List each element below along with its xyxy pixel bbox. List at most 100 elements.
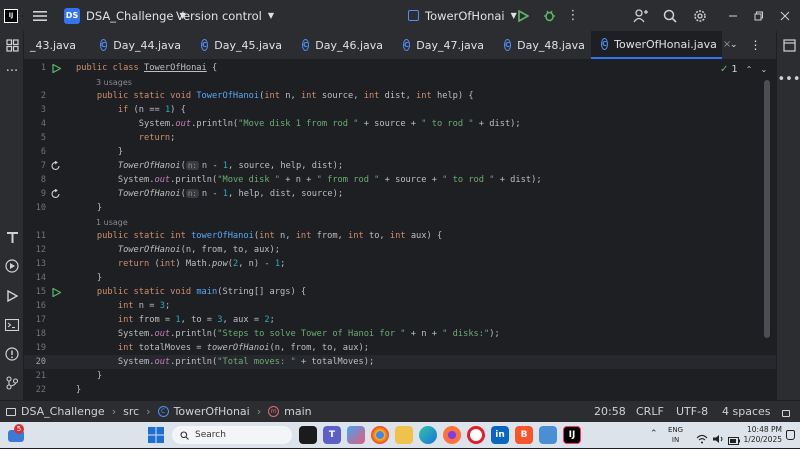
tab-day-48[interactable]: C Day_48.java [494, 31, 591, 59]
code-line: 22 } [35, 385, 82, 395]
tab-day-47[interactable]: C Day_47.java [393, 31, 494, 59]
search-icon [180, 430, 189, 440]
edge-icon[interactable] [419, 426, 437, 444]
opera-icon[interactable] [467, 426, 485, 444]
add-user-icon[interactable] [632, 8, 648, 24]
restore-icon[interactable] [752, 9, 766, 23]
tab-actions-menu[interactable]: ⋮ [746, 31, 766, 59]
chevron-up-icon[interactable]: ⌃ [650, 429, 658, 439]
code-line: 3 if (n == 1) { [40, 105, 186, 115]
file-encoding[interactable]: UTF-8 [676, 405, 708, 418]
services-icon[interactable] [4, 258, 20, 274]
project-view-icon[interactable] [4, 37, 20, 53]
task-view-icon[interactable] [299, 426, 317, 444]
start-icon[interactable] [148, 427, 164, 443]
file-explorer-icon[interactable] [395, 426, 413, 444]
tab-day-44[interactable]: C Day_44.java [90, 31, 191, 59]
clock[interactable]: 10:48 PM 1/20/2025 [742, 425, 782, 445]
lock-icon[interactable] [782, 410, 790, 417]
code-line: 21 } [35, 371, 103, 381]
editor-tabs: _43.java C Day_44.java C Day_45.java C D… [24, 31, 776, 60]
close-icon[interactable] [778, 9, 792, 23]
tab-day-43[interactable]: _43.java [24, 31, 90, 59]
clock-time: 10:48 PM [747, 425, 782, 434]
intellij-taskbar-icon[interactable]: IJ [563, 426, 581, 444]
status-bar: DSA_Challenge › src › C TowerOfHonai › m… [0, 400, 800, 422]
main-menu-icon[interactable] [32, 8, 48, 24]
settings-icon[interactable] [692, 8, 708, 24]
search-placeholder: Search [195, 430, 226, 440]
breadcrumb-project[interactable]: DSA_Challenge [21, 405, 105, 418]
module-icon [6, 407, 16, 416]
code-line: 5 return; [40, 133, 176, 143]
notification-center-icon[interactable] [786, 430, 795, 440]
problems-icon[interactable] [4, 346, 20, 362]
breadcrumb-src[interactable]: src [123, 405, 139, 418]
structure-icon[interactable]: ··· [4, 63, 20, 79]
tab-label: Day_44.java [113, 38, 181, 52]
more-actions-icon: ⋮ [749, 38, 762, 52]
firefox-icon[interactable] [443, 426, 461, 444]
tab-list-dropdown[interactable]: ⌄ [722, 31, 746, 59]
tab-day-46[interactable]: C Day_46.java [292, 31, 393, 59]
right-tool-strip: ••• [776, 31, 800, 400]
usage-hint[interactable]: 1 usage [24, 215, 776, 229]
more-actions-icon[interactable]: ⋮ [567, 8, 580, 23]
search-icon[interactable] [662, 8, 678, 24]
language-indicator[interactable]: ENG IN [668, 425, 683, 445]
terminal-icon[interactable] [4, 317, 20, 333]
teams-icon[interactable]: T [323, 426, 341, 444]
run-gutter-icon[interactable] [50, 61, 62, 75]
tab-tower-of-honai[interactable]: C TowerOfHonai.java × [591, 31, 731, 59]
code-editor[interactable]: ✓ 1 ⌃ ⌄ 1 public class TowerOfHonai { 3 … [24, 60, 776, 400]
tab-label: Day_48.java [517, 38, 585, 52]
project-badge: DS [64, 7, 80, 24]
run-tool-icon[interactable] [4, 288, 20, 304]
language-bottom: IN [671, 436, 680, 444]
debug-icon[interactable] [542, 9, 556, 23]
usage-hint[interactable]: 3 usages [24, 75, 776, 89]
build-icon[interactable] [4, 229, 20, 245]
tab-label: Day_47.java [416, 38, 484, 52]
project-selector[interactable]: DS DSA_Challenge ▼ [64, 7, 186, 24]
linkedin-icon[interactable]: in [491, 426, 509, 444]
notification-badge: 5 [14, 424, 24, 434]
tab-day-45[interactable]: C Day_45.java [191, 31, 292, 59]
volume-icon[interactable] [712, 429, 724, 448]
chevron-down-icon: ▼ [267, 11, 274, 20]
code-line: 8 System.out.println("Move disk " + n + … [40, 175, 542, 185]
run-gutter-icon[interactable] [50, 285, 62, 299]
notifications-icon[interactable] [781, 37, 797, 53]
java-class-icon: C [157, 406, 169, 417]
chevron-right-icon: › [111, 405, 117, 418]
breadcrumb-method[interactable]: main [284, 405, 311, 418]
battery-icon[interactable] [728, 430, 740, 449]
vcs-label: Version control [176, 8, 262, 23]
vcs-selector[interactable]: Version control ▼ [176, 9, 274, 23]
copilot-icon[interactable] [347, 426, 365, 444]
clock-date: 1/20/2025 [743, 435, 782, 444]
chevron-right-icon: › [146, 405, 151, 418]
code-line: 13 return (int) Math.pow(2, n) - 1; [35, 259, 286, 269]
chrome-icon[interactable] [371, 426, 389, 444]
code-line: 7 TowerOfHanoi(n: n - 1, source, help, di… [40, 161, 344, 171]
java-class-icon: C [601, 38, 609, 50]
brave-icon[interactable]: B [515, 426, 533, 444]
wifi-icon[interactable] [696, 429, 708, 448]
current-code-line: 20 System.out.println("Total moves: " + … [24, 355, 776, 369]
git-icon[interactable] [4, 375, 20, 391]
widgets-icon[interactable]: 5 [8, 424, 26, 444]
run-config-selector[interactable]: TowerOfHonai ▼ [408, 9, 517, 23]
java-class-icon: C [504, 39, 512, 51]
cursor-position[interactable]: 20:58 [594, 405, 626, 418]
indent-setting[interactable]: 4 spaces [722, 405, 771, 418]
minimize-icon[interactable] [726, 9, 740, 23]
java-class-icon: C [403, 39, 411, 51]
breadcrumb-class[interactable]: TowerOfHonai [174, 405, 250, 418]
java-class-icon: C [302, 39, 310, 51]
run-icon[interactable] [516, 9, 530, 23]
ai-assistant-icon[interactable]: ••• [778, 71, 800, 87]
line-separator[interactable]: CRLF [636, 405, 664, 418]
notepad-icon[interactable] [539, 426, 557, 444]
taskbar-search[interactable]: Search [172, 426, 292, 444]
